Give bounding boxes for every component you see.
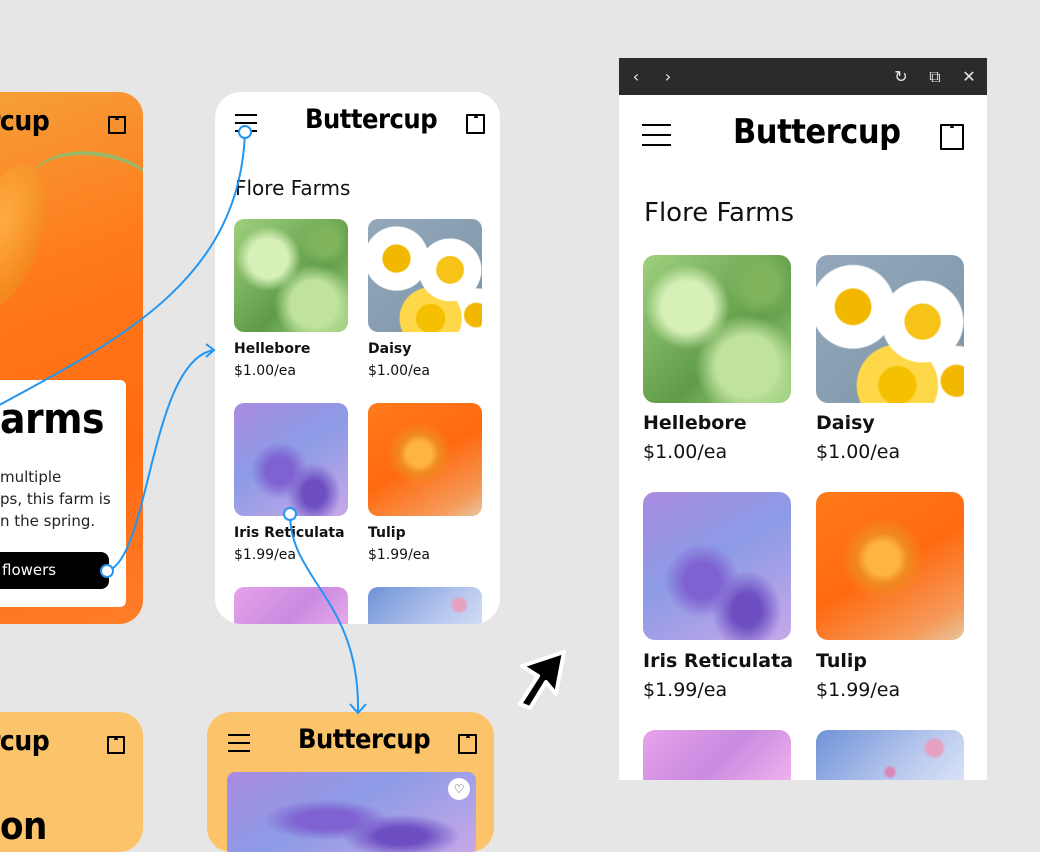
product-price: $1.99/ea (643, 679, 728, 701)
flow-start-node (238, 125, 252, 139)
section-title: Flore Farms (644, 198, 795, 228)
hellebore-image[interactable] (643, 255, 791, 403)
open-external-icon[interactable]: ⧉ (924, 66, 946, 88)
forward-icon[interactable]: › (657, 66, 679, 88)
preview-window: ‹ › ↻ ⧉ ✕ Buttercup Flore Farms Hellebor… (619, 58, 987, 780)
cursor-icon (518, 650, 566, 710)
flow-start-node (283, 507, 297, 521)
close-icon[interactable]: ✕ (958, 66, 980, 88)
window-toolbar: ‹ › ↻ ⧉ ✕ (619, 58, 987, 95)
product-name[interactable]: Hellebore (643, 412, 747, 434)
flow-line-shop (106, 349, 215, 572)
flow-line-menu (0, 131, 246, 406)
flow-start-node (100, 564, 114, 578)
cart-icon[interactable] (940, 124, 964, 150)
product-name[interactable]: Daisy (816, 412, 875, 434)
daisy-image[interactable] (816, 255, 964, 403)
iris-image[interactable] (643, 492, 791, 640)
sky-flower-image[interactable] (816, 730, 964, 780)
product-price: $1.99/ea (816, 679, 901, 701)
product-price: $1.00/ea (643, 441, 728, 463)
product-name[interactable]: Iris Reticulata (643, 650, 793, 672)
brand-logo: Buttercup (733, 112, 901, 152)
reload-icon[interactable]: ↻ (890, 66, 912, 88)
back-icon[interactable]: ‹ (625, 66, 647, 88)
tulip-image[interactable] (816, 492, 964, 640)
pink-flower-image[interactable] (643, 730, 791, 780)
flow-line-detail (289, 513, 360, 713)
product-name[interactable]: Tulip (816, 650, 867, 672)
menu-icon[interactable] (642, 124, 671, 146)
product-price: $1.00/ea (816, 441, 901, 463)
